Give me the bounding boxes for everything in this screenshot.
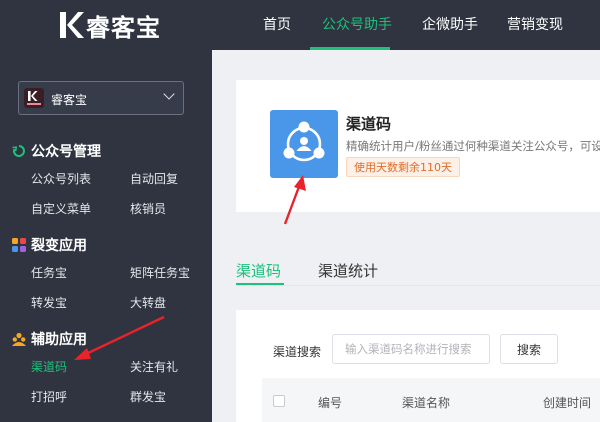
share-people-icon — [270, 110, 338, 178]
sidebar-item-account-list[interactable]: 公众号列表 — [31, 170, 91, 187]
group-title-fission-apps: 裂变应用 — [12, 235, 87, 255]
sidebar-item-forward-treasure[interactable]: 转发宝 — [31, 294, 67, 311]
group-title-account-management: 公众号管理 — [12, 141, 101, 161]
account-selector[interactable]: 睿客宝 — [18, 81, 184, 115]
apps-icon — [12, 238, 26, 252]
sidebar-item-follow-gift[interactable]: 关注有礼 — [130, 358, 178, 375]
group-label: 公众号管理 — [31, 144, 101, 160]
column-header-id[interactable]: 编号 — [318, 394, 342, 411]
tab-divider — [236, 285, 600, 286]
people-icon — [12, 332, 26, 346]
sidebar-item-matrix-task[interactable]: 矩阵任务宝 — [130, 264, 190, 281]
sidebar-item-mass-send[interactable]: 群发宝 — [130, 388, 166, 405]
group-label: 裂变应用 — [31, 238, 87, 254]
group-title-auxiliary-apps: 辅助应用 — [12, 329, 87, 349]
feature-description: 精确统计用户/粉丝通过何种渠道关注公众号，可设 — [346, 139, 600, 153]
sidebar-item-greeting[interactable]: 打招呼 — [31, 388, 67, 405]
column-header-created-time[interactable]: 创建时间 — [543, 394, 591, 411]
tab-active-indicator — [236, 283, 284, 285]
avatar — [24, 88, 44, 108]
tab-channel-code[interactable]: 渠道码 — [236, 260, 281, 281]
account-name: 睿客宝 — [51, 93, 88, 107]
group-label: 辅助应用 — [31, 332, 87, 348]
logo-k-icon — [58, 9, 84, 41]
search-input[interactable] — [332, 334, 490, 364]
search-button[interactable]: 搜索 — [500, 334, 558, 364]
nav-official-account-assistant[interactable]: 公众号助手 — [322, 0, 392, 50]
sidebar-item-wheel[interactable]: 大转盘 — [130, 294, 166, 311]
sidebar-item-auto-reply[interactable]: 自动回复 — [130, 170, 178, 187]
chevron-down-icon — [163, 88, 175, 100]
nav-wecom-assistant[interactable]: 企微助手 — [422, 0, 478, 50]
nav-marketing[interactable]: 营销变现 — [507, 0, 563, 50]
sidebar-item-verifier[interactable]: 核销员 — [130, 200, 166, 217]
top-bar: 睿客宝 首页 公众号助手 企微助手 营销变现 — [0, 0, 600, 50]
sidebar-item-task-treasure[interactable]: 任务宝 — [31, 264, 67, 281]
sidebar-item-custom-menu[interactable]: 自定义菜单 — [31, 200, 91, 217]
remaining-days-badge: 使用天数剩余110天 — [346, 157, 460, 177]
column-header-channel-name[interactable]: 渠道名称 — [402, 394, 450, 411]
select-all-checkbox[interactable] — [273, 395, 285, 407]
feature-title: 渠道码 — [346, 115, 392, 133]
refresh-icon — [12, 144, 26, 158]
nav-active-indicator — [310, 47, 390, 50]
search-label: 渠道搜索 — [273, 345, 322, 359]
nav-home[interactable]: 首页 — [263, 0, 291, 50]
logo-text: 睿客宝 — [86, 13, 161, 42]
sidebar-item-channel-code[interactable]: 渠道码 — [31, 358, 67, 375]
logo[interactable]: 睿客宝 — [58, 7, 161, 43]
tab-channel-stats[interactable]: 渠道统计 — [318, 260, 378, 281]
sidebar: 睿客宝 公众号管理 公众号列表 自动回复 自定义菜单 核销员 裂变应用 任务宝 … — [0, 50, 212, 422]
